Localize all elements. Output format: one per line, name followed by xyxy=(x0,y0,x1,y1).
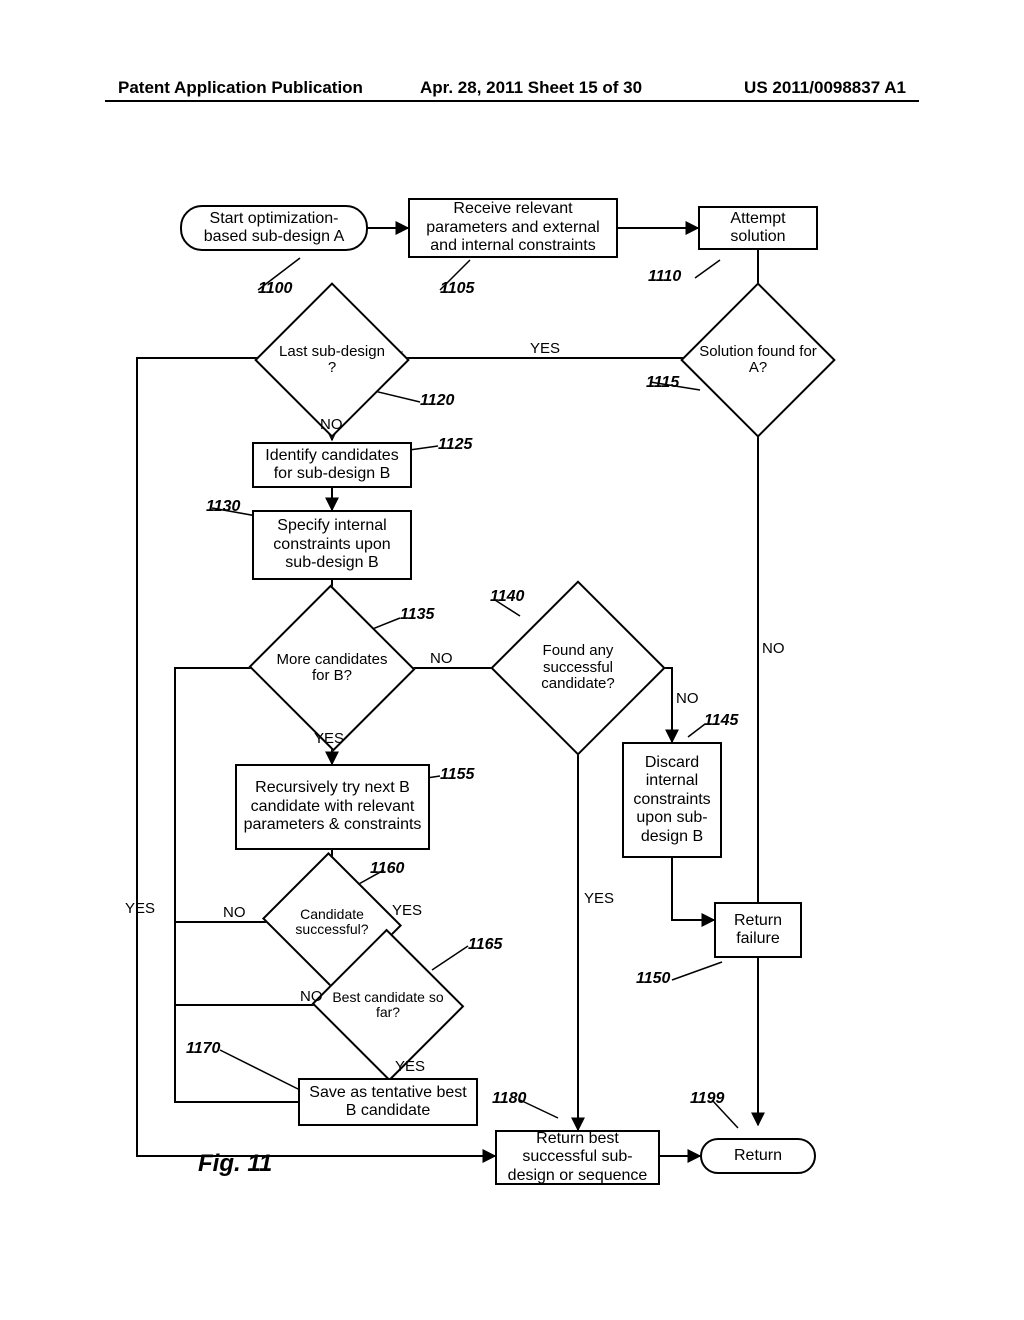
label-1160: Candidate successful? xyxy=(276,907,388,938)
process-receive-params: Receive relevant parameters and external… xyxy=(408,198,618,258)
ref-1125: 1125 xyxy=(438,436,472,454)
decision-last-subdesign: Last sub-design ? xyxy=(277,305,387,415)
edge-no-1140: NO xyxy=(676,690,699,707)
edge-yes-1160: YES xyxy=(392,902,422,919)
flowchart-canvas: Start optimization-based sub-design A Re… xyxy=(0,150,1024,1300)
ref-1110: 1110 xyxy=(648,268,681,286)
ref-1155: 1155 xyxy=(440,766,474,784)
terminator-start: Start optimization-based sub-design A xyxy=(180,205,368,251)
process-return-best: Return best successful sub-design or seq… xyxy=(495,1130,660,1185)
decision-solution-found: Solution found for A? xyxy=(703,305,813,415)
process-recursive-try: Recursively try next B candidate with re… xyxy=(235,764,430,850)
label-1155: Recursively try next B candidate with re… xyxy=(243,779,422,834)
edge-yes-loop: YES xyxy=(125,900,155,917)
label-1120: Last sub-design ? xyxy=(273,344,391,377)
header-right: US 2011/0098837 A1 xyxy=(744,78,906,98)
header-rule xyxy=(105,100,919,102)
process-specify-constraints: Specify internal constraints upon sub-de… xyxy=(252,510,412,580)
label-1165: Best candidate so far? xyxy=(329,990,447,1021)
ref-1100: 1100 xyxy=(258,280,292,298)
label-1145: Discard internal constraints upon sub-de… xyxy=(630,754,714,846)
edge-no-1160: NO xyxy=(223,904,246,921)
label-1130: Specify internal constraints upon sub-de… xyxy=(260,517,404,572)
ref-1165: 1165 xyxy=(468,936,502,954)
label-1115: Solution found for A? xyxy=(699,344,817,377)
edge-yes-1140: YES xyxy=(584,890,614,907)
ref-1115: 1115 xyxy=(646,374,679,392)
ref-1135: 1135 xyxy=(400,606,434,624)
label-1100: Start optimization-based sub-design A xyxy=(188,210,360,247)
label-1150: Return failure xyxy=(722,912,794,949)
label-1105: Receive relevant parameters and external… xyxy=(416,200,610,255)
edge-yes-1135: YES xyxy=(314,730,344,747)
decision-best-so-far: Best candidate so far? xyxy=(333,952,443,1058)
ref-1170: 1170 xyxy=(186,1040,220,1058)
ref-1130: 1130 xyxy=(206,498,240,516)
label-1140: Found any successful candidate? xyxy=(512,643,644,693)
figure-label: Fig. 11 xyxy=(198,1150,272,1178)
label-1135: More candidates for B? xyxy=(268,652,396,685)
ref-1180: 1180 xyxy=(492,1090,526,1108)
edge-no-1165: NO xyxy=(300,988,323,1005)
header-mid: Apr. 28, 2011 Sheet 15 of 30 xyxy=(420,78,642,98)
edge-no-1115: NO xyxy=(762,640,785,657)
ref-1145: 1145 xyxy=(704,712,738,730)
label-1180: Return best successful sub-design or seq… xyxy=(503,1130,652,1185)
process-discard-constraints: Discard internal constraints upon sub-de… xyxy=(622,742,722,858)
label-1199: Return xyxy=(734,1147,782,1165)
label-1110: Attempt solution xyxy=(706,210,810,247)
process-identify-candidates: Identify candidates for sub-design B xyxy=(252,442,412,488)
ref-1150: 1150 xyxy=(636,970,670,988)
edge-yes-1115: YES xyxy=(530,340,560,357)
process-save-tentative: Save as tentative best B candidate xyxy=(298,1078,478,1126)
process-return-failure: Return failure xyxy=(714,902,802,958)
terminator-return: Return xyxy=(700,1138,816,1174)
process-attempt-solution: Attempt solution xyxy=(698,206,818,250)
ref-1105: 1105 xyxy=(440,280,474,298)
ref-1120: 1120 xyxy=(420,392,454,410)
ref-1199: 1199 xyxy=(690,1090,724,1108)
edge-no-1135: NO xyxy=(430,650,453,667)
label-1170: Save as tentative best B candidate xyxy=(306,1084,470,1121)
decision-more-candidates: More candidates for B? xyxy=(272,610,392,726)
header-left: Patent Application Publication xyxy=(118,78,363,98)
decision-found-successful: Found any successful candidate? xyxy=(516,606,640,730)
label-1125: Identify candidates for sub-design B xyxy=(260,447,404,484)
